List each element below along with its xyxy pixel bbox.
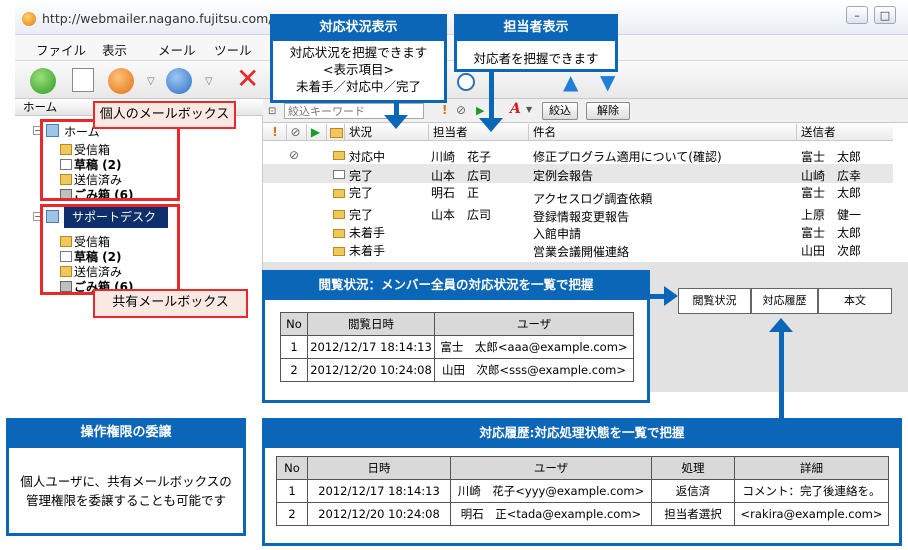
status-display-title: 対応状況表示	[270, 14, 447, 41]
envelope-icon	[333, 247, 345, 256]
delete-icon[interactable]: ✕	[236, 64, 259, 94]
row-sender: 山崎 広幸	[801, 169, 862, 183]
assignee-display-body: 対応者を把握できます	[473, 51, 599, 66]
row-subject: 登録情報変更報告	[533, 210, 630, 224]
delegation-body: 個人ユーザに、共有メールボックスの 管理権限を委譲することも可能です	[20, 474, 232, 508]
shared-mailbox-highlight	[40, 204, 180, 295]
row-status: 未着手	[349, 226, 386, 240]
filter-clear-button[interactable]: 解除	[586, 102, 630, 120]
table-row[interactable]: 完了 明石 正 アクセスログ調査依頼 富士 太郎	[263, 184, 893, 206]
tab-view-status[interactable]: 閲覧状況	[678, 288, 751, 314]
assignee-arrow-head	[479, 118, 503, 132]
envelope-icon	[333, 189, 345, 198]
row-subject: 修正プログラム適用について(確認)	[533, 150, 722, 164]
table-row[interactable]: 未着手 営業会議開催連絡 山田 次郎	[263, 242, 893, 261]
menu-view[interactable]: 表示	[102, 40, 127, 59]
row-status: 完了	[349, 169, 374, 183]
importance-column-icon[interactable]: !	[266, 124, 284, 141]
folder-pane-title: ホーム	[23, 100, 58, 114]
view-status-arrow-head	[664, 286, 678, 306]
window-title: http://webmailer.nagano.fujitsu.com/ - W	[42, 11, 298, 26]
shared-mailbox-label: 共有メールボックス	[93, 289, 248, 318]
table-row: 1 2012/12/17 18:14:13 川崎 花子<yyy@example.…	[276, 479, 889, 503]
browser-icon	[22, 12, 36, 26]
history-table: No 日時 ユーザ 処理 詳細 1 2012/12/17 18:14:13 川崎…	[276, 456, 889, 526]
row-assignee: 明石 正	[431, 186, 480, 200]
column-sender[interactable]: 送信者	[796, 124, 893, 141]
compose-icon[interactable]	[72, 68, 94, 92]
row-subject: 入館申請	[533, 227, 582, 241]
column-assignee[interactable]: 担当者	[428, 124, 528, 141]
receive-mail-icon[interactable]	[30, 68, 56, 94]
menu-file[interactable]: ファイル	[36, 40, 86, 59]
history-arrow-line	[779, 330, 784, 420]
table-row: 1 2012/12/17 18:14:13 富士 太郎<aaa@example.…	[280, 335, 634, 359]
menu-mail[interactable]: メール	[158, 40, 196, 59]
flag-filter-icon[interactable]: ▶	[476, 104, 484, 117]
move-up-icon[interactable]: ▲	[563, 70, 578, 94]
filter-search-icon: ⊡	[268, 106, 277, 117]
row-assignee: 山本 広司	[431, 208, 492, 222]
row-sender: 富士 太郎	[801, 186, 862, 200]
personal-mailbox-highlight	[40, 119, 180, 201]
forward-dropdown-icon[interactable]: ▽	[205, 76, 213, 87]
status-display-body: 対応状況を把握できます <表示項目> 未着手／対応中／完了	[289, 45, 428, 94]
tab-history[interactable]: 対応履歴	[751, 288, 818, 314]
clock-icon[interactable]	[457, 73, 475, 91]
attachment-filter-icon[interactable]: ⊘	[456, 103, 466, 117]
font-color-icon[interactable]: A	[510, 101, 521, 117]
assignee-display-title: 担当者表示	[454, 14, 618, 41]
table-row[interactable]: 完了 山本 広司 登録情報変更報告 上原 健一	[263, 205, 893, 224]
view-status-table: No 閲覧日時 ユーザ 1 2012/12/17 18:14:13 富士 太郎<…	[280, 312, 634, 382]
flag-column-icon[interactable]: ▶	[306, 124, 324, 141]
read-column-icon[interactable]	[326, 124, 344, 141]
row-status: 完了	[349, 186, 374, 200]
status-arrow-head	[384, 115, 408, 129]
reply-icon[interactable]	[108, 68, 134, 94]
table-row[interactable]: 未着手 入館申請 富士 太郎	[263, 224, 893, 243]
table-row: 2 2012/12/20 10:24:08 山田 次郎<sss@example.…	[280, 358, 634, 382]
filter-apply-button[interactable]: 絞込	[542, 102, 578, 120]
maximize-button[interactable]: □	[874, 6, 896, 24]
table-row[interactable]: 対応中 川崎 花子 修正プログラム適用について(確認) 富士 太郎	[263, 146, 893, 165]
menu-tools[interactable]: ツール	[214, 40, 252, 59]
row-subject: 営業会議開催連絡	[533, 245, 630, 259]
row-sender: 上原 健一	[801, 208, 862, 222]
assignee-arrow-line	[489, 72, 494, 122]
history-title: 対応履歴:対応処理状態を一覧で把握	[262, 418, 902, 448]
envelope-icon	[333, 229, 345, 238]
row-status: 完了	[349, 208, 374, 222]
delegation-title: 操作権限の委譲	[6, 418, 246, 448]
row-assignee: 川崎 花子	[431, 150, 492, 164]
column-subject[interactable]: 件名	[528, 124, 796, 141]
view-status-title: 閲覧状況：メンバー全員の対応状況を一覧で把握	[262, 270, 650, 300]
tab-body[interactable]: 本文	[818, 288, 892, 314]
table-row[interactable]: 完了 山本 広司 定例会報告 山崎 広幸	[263, 165, 893, 184]
forward-icon[interactable]	[166, 68, 192, 94]
attachment-column-icon[interactable]: ⊘	[286, 124, 304, 141]
row-sender: 山田 次郎	[801, 244, 862, 258]
personal-mailbox-label: 個人のメールボックス	[93, 101, 236, 129]
envelope-icon	[333, 151, 345, 160]
move-down-icon[interactable]: ▼	[600, 70, 615, 94]
row-sender: 富士 太郎	[801, 226, 862, 240]
minimize-button[interactable]: –	[846, 6, 868, 24]
row-status: 未着手	[349, 244, 386, 258]
row-sender: 富士 太郎	[801, 150, 862, 164]
flag-important-icon[interactable]: !	[442, 103, 447, 117]
envelope-icon	[333, 210, 345, 219]
font-color-dropdown-icon[interactable]: ▼	[526, 105, 532, 114]
row-subject: 定例会報告	[533, 169, 594, 183]
history-arrow-head	[769, 318, 793, 332]
row-status: 対応中	[349, 150, 386, 164]
table-row: 2 2012/12/20 10:24:08 明石 正<tada@example.…	[276, 502, 889, 526]
row-assignee: 山本 広司	[431, 169, 492, 183]
envelope-open-icon	[333, 170, 345, 179]
reply-dropdown-icon[interactable]: ▽	[147, 76, 155, 87]
